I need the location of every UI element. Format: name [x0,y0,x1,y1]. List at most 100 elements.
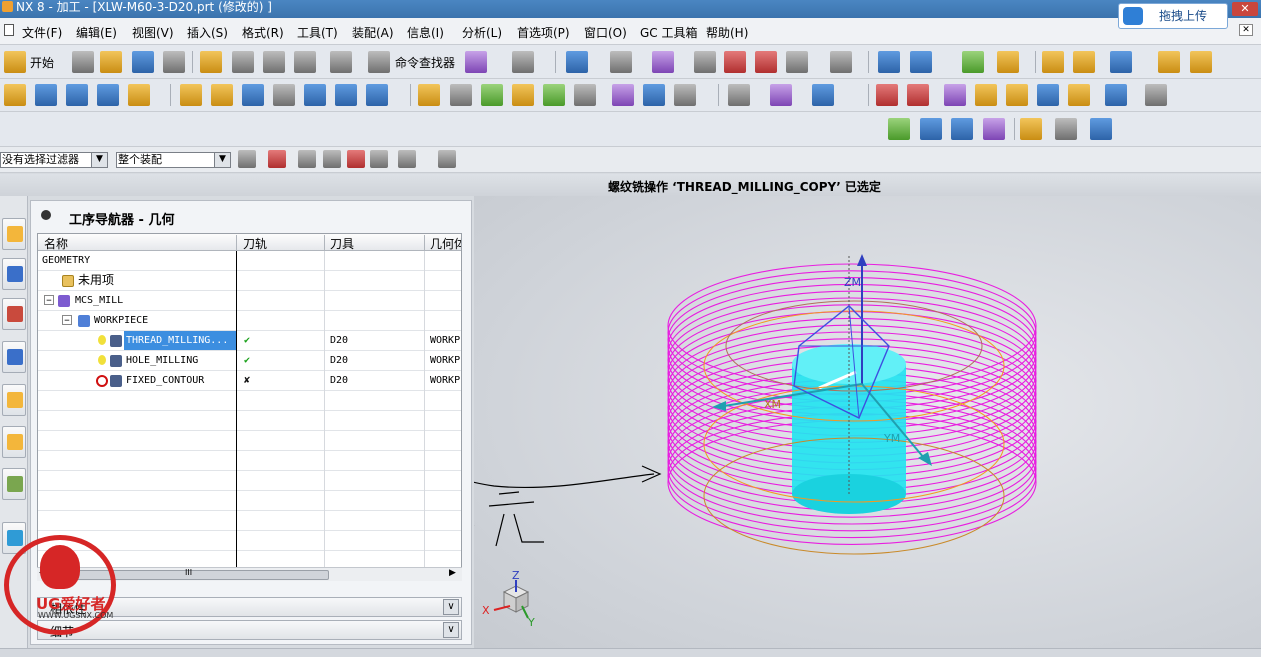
selection-icon[interactable] [1110,51,1132,73]
selection-scope-icon[interactable] [238,150,256,168]
start-menu-button[interactable]: 开始 [30,54,54,71]
geometry-view-icon[interactable] [242,84,264,106]
render-style-icon[interactable] [610,51,632,73]
fit-view-icon[interactable] [566,51,588,73]
drafting-icon[interactable] [1190,51,1212,73]
print-icon[interactable] [163,51,185,73]
assembly-navigator-tab[interactable] [2,218,26,250]
collapse-icon[interactable]: − [62,315,72,326]
wcs-icon[interactable] [997,51,1019,73]
background-icon[interactable] [830,51,852,73]
tree-row-thread-milling[interactable]: THREAD_MILLING... ✔ D20 WORKPI [38,331,461,351]
rectangle-select-icon[interactable] [398,150,416,168]
column-geometry[interactable]: 几何体 [430,235,461,252]
new-file-icon[interactable] [72,51,94,73]
part-navigator-icon[interactable] [962,51,984,73]
command-finder-button[interactable]: 命令查找器 [395,54,455,71]
menu-preferences[interactable]: 首选项(P) [517,24,570,41]
menu-view[interactable]: 视图(V) [132,24,174,41]
feature-group-icon[interactable] [951,118,973,140]
object-menu-icon[interactable] [366,84,388,106]
document-menu-icon[interactable] [4,24,14,36]
machine-navigator-tab[interactable] [2,384,26,416]
menu-analysis[interactable]: 分析(L) [462,24,502,41]
constraint-navigator-tab[interactable] [2,258,26,290]
tool-path-edit-icon[interactable] [975,84,997,106]
feeds-speeds-icon[interactable] [944,84,966,106]
tree-row-geometry-root[interactable]: GEOMETRY [38,251,461,271]
create-operation-icon[interactable] [128,84,150,106]
menu-information[interactable]: 信息(I) [407,24,444,41]
undo-icon[interactable] [330,51,352,73]
display-tool-icon[interactable] [770,84,792,106]
column-name[interactable]: 名称 [44,235,68,252]
create-tool-icon[interactable] [35,84,57,106]
menu-window[interactable]: 窗口(O) [584,24,627,41]
work-view-icon[interactable] [878,51,900,73]
machine-tool-view-icon[interactable] [211,84,233,106]
snap-point-icon[interactable] [268,150,286,168]
command-finder-icon[interactable] [368,51,390,73]
shade-icon[interactable] [694,51,716,73]
part-navigator-tab[interactable] [2,298,26,330]
open-file-icon[interactable] [100,51,122,73]
save-icon[interactable] [132,51,154,73]
cut-operation-icon[interactable] [304,84,326,106]
menu-format[interactable]: 格式(R) [242,24,284,41]
tree-row-workpiece[interactable]: − WORKPIECE [38,311,461,331]
non-cutting-icon[interactable] [1068,84,1090,106]
feature-navigator-icon[interactable] [1020,118,1042,140]
assembly-scope-dropdown[interactable]: 整个装配 ▼ [116,152,231,168]
quick-pick-icon[interactable] [298,150,316,168]
accept-icon[interactable] [888,118,910,140]
display-toolpath-icon[interactable] [728,84,750,106]
simulate-machine-icon[interactable] [543,84,565,106]
find-feature-icon[interactable] [1055,118,1077,140]
shop-documentation-icon[interactable] [612,84,634,106]
measure-icon[interactable] [1042,51,1064,73]
tree-row-mcs-mill[interactable]: − MCS_MILL [38,291,461,311]
cutting-params-icon[interactable] [1037,84,1059,106]
column-toolpath[interactable]: 刀轨 [243,235,267,252]
select-face-icon[interactable] [347,150,365,168]
delete-icon[interactable] [294,51,316,73]
translucency-icon[interactable] [786,51,808,73]
layer-icon[interactable] [755,51,777,73]
reuse-library-tab[interactable] [2,426,26,458]
tool-holder-icon[interactable] [812,84,834,106]
tree-row-hole-milling[interactable]: HOLE_MILLING ✔ D20 WORKPI [38,351,461,371]
move-object-icon[interactable] [910,51,932,73]
program-order-view-icon[interactable] [180,84,202,106]
generate-toolpath-icon[interactable] [418,84,440,106]
select-component-icon[interactable] [438,150,456,168]
menu-file[interactable]: 文件(F) [22,24,62,41]
create-method-icon[interactable] [97,84,119,106]
output-cls-icon[interactable] [643,84,665,106]
verify-toolpath-icon[interactable] [481,84,503,106]
assign-feed-icon[interactable] [1105,84,1127,106]
thread-milling-icon[interactable] [876,84,898,106]
scroll-right-icon[interactable]: ▶ [449,568,456,578]
menu-insert[interactable]: 插入(S) [187,24,228,41]
operation-navigator-tab[interactable] [2,341,26,373]
replay-toolpath-icon[interactable] [450,84,472,106]
graphics-viewport[interactable]: ZM XM YM Z X Y [474,196,1261,657]
collapse-icon[interactable]: − [44,295,54,306]
column-tool[interactable]: 刀具 [330,235,354,252]
chevron-down-icon[interactable]: ∨ [443,599,459,615]
chevron-down-icon[interactable]: ∨ [443,622,459,638]
menu-help[interactable]: 帮助(H) [706,24,748,41]
selection-filter-dropdown[interactable]: 没有选择过滤器 ▼ [0,152,108,168]
start-icon[interactable] [4,51,26,73]
show-hide-icon[interactable] [724,51,746,73]
window-close-button[interactable]: ✕ [1232,2,1258,16]
machining-method-view-icon[interactable] [273,84,295,106]
wireframe-icon[interactable] [652,51,674,73]
postprocess-icon[interactable] [574,84,596,106]
tree-row-unused-items[interactable]: 未用项 [38,271,461,291]
menu-assembly[interactable]: 装配(A) [352,24,394,41]
analysis-icon[interactable] [1073,51,1095,73]
create-program-icon[interactable] [4,84,26,106]
select-body-icon[interactable] [370,150,388,168]
pin-icon[interactable] [41,210,51,220]
